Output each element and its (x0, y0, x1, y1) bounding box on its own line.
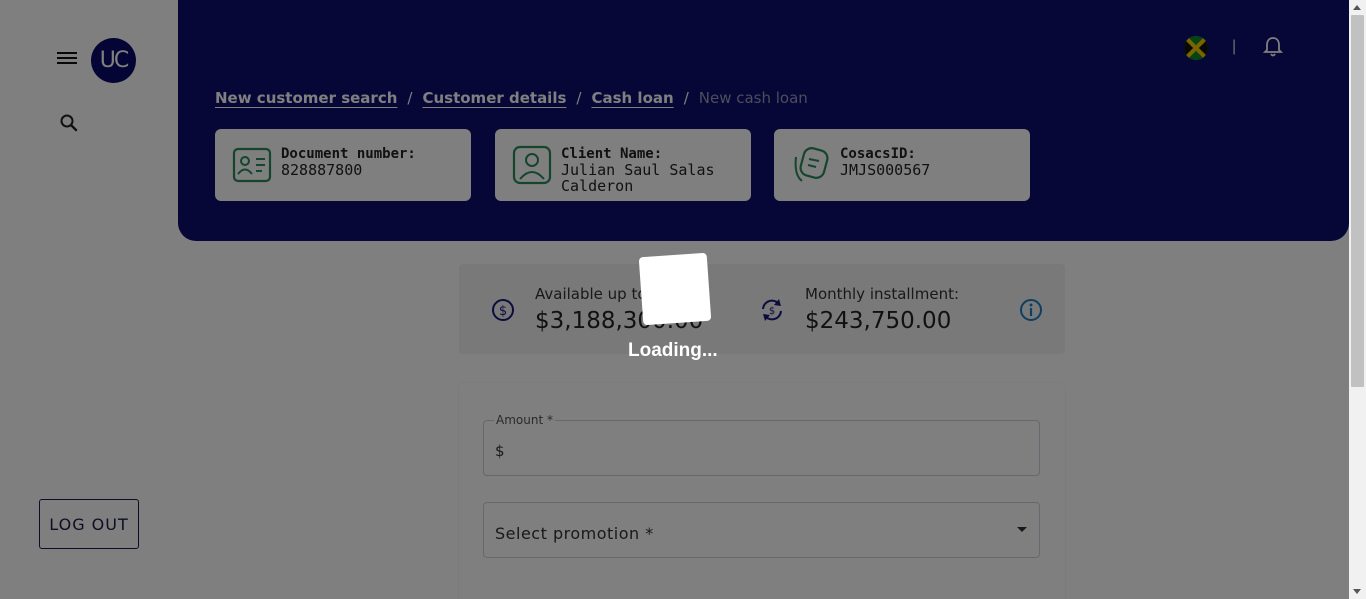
loading-overlay: Loading... (0, 0, 1349, 599)
scroll-up-arrow-icon[interactable] (1353, 5, 1361, 10)
vertical-scrollbar[interactable] (1349, 0, 1366, 599)
loading-spinner (638, 252, 712, 326)
loading-text: Loading... (628, 340, 718, 361)
scrollbar-thumb[interactable] (1351, 15, 1364, 387)
scroll-down-arrow-icon[interactable] (1353, 589, 1361, 594)
